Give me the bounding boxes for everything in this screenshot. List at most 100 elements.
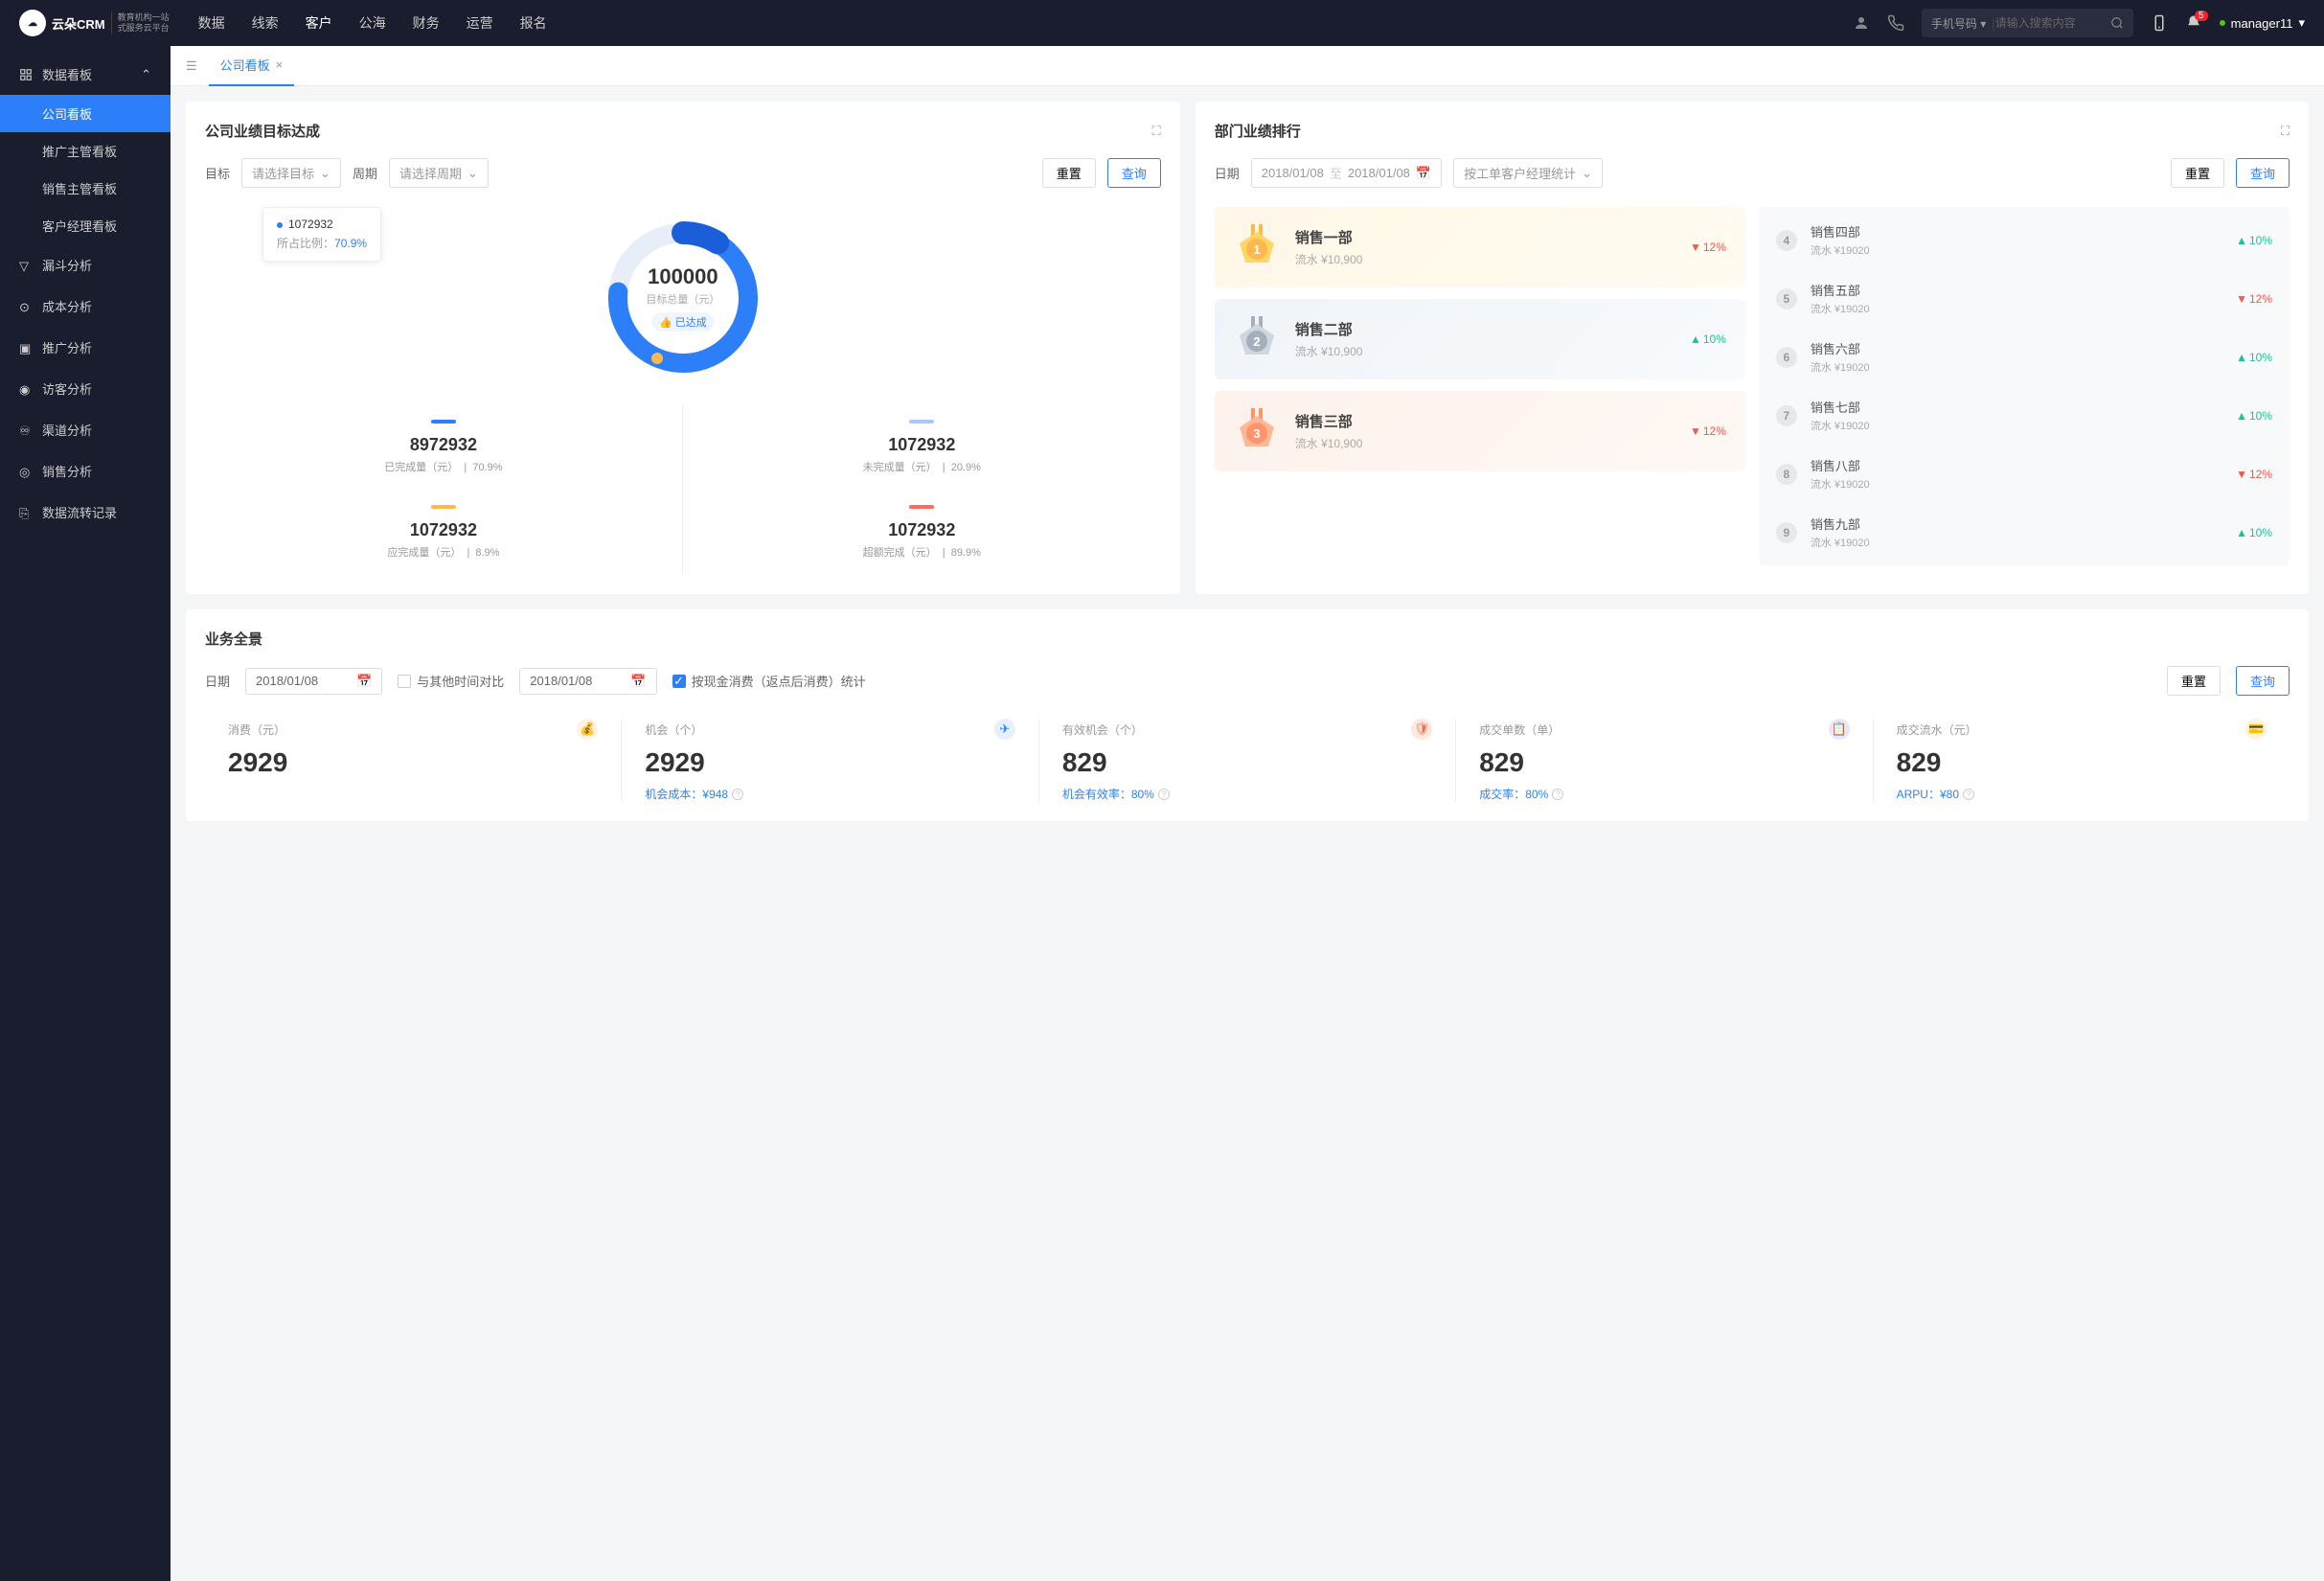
rank-percent: ▲ 10% (2236, 526, 2272, 539)
query-button[interactable]: 查询 (2236, 158, 2290, 188)
svg-text:2: 2 (1253, 334, 1260, 349)
query-button[interactable]: 查询 (1107, 158, 1161, 188)
rank-value: 流水 ¥19020 (1811, 301, 2222, 316)
stat-by-select[interactable]: 按工单客户经理统计⌄ (1453, 158, 1603, 188)
sidebar-sub-item[interactable]: 推广主管看板 (0, 132, 171, 170)
kpi-label: 成交流水（元） (1897, 722, 1977, 738)
rank-value: 流水 ¥19020 (1811, 359, 2222, 375)
search-icon[interactable] (2110, 16, 2124, 30)
close-icon[interactable]: × (276, 57, 284, 72)
sidebar-item[interactable]: ◎销售分析 (0, 450, 171, 492)
rank-row: 8 销售八部 流水 ¥19020 ▼ 12% (1759, 445, 2290, 503)
rank-card: 2 销售二部 流水 ¥10,900 ▲ 10% (1215, 299, 1745, 379)
target-select[interactable]: 请选择目标⌄ (241, 158, 341, 188)
goal-achievement-panel: 公司业绩目标达成 ⛶ 目标 请选择目标⌄ 周期 请选择周期⌄ 重置 查询 107… (186, 102, 1180, 594)
sidebar-section-dashboard[interactable]: 数据看板 ⌃ (0, 54, 171, 95)
top-nav: ☁ 云朵CRM 教育机构一站式服务云平台 数据 线索 客户 公海 财务 运营 报名 手机号码… (0, 0, 2324, 46)
rank-percent: ▲ 10% (2236, 234, 2272, 247)
user-menu[interactable]: manager11 ▾ (2220, 15, 2305, 31)
calendar-icon: 📅 (356, 674, 372, 689)
rank-percent: ▼ 12% (2236, 292, 2272, 306)
stat-cell: 1072932 应完成量（元） | 8.9% (205, 490, 683, 575)
rank-name: 销售二部 (1295, 319, 1675, 339)
rank-number: 9 (1776, 522, 1797, 543)
expand-icon[interactable]: ⛶ (1152, 124, 1161, 139)
main-content: ☰ 公司看板 × 公司业绩目标达成 ⛶ 目标 请选择目标⌄ 周期 请选择周期⌄ … (171, 46, 2324, 1581)
search-input[interactable] (1995, 16, 2110, 30)
cash-checkbox[interactable]: ✓ 按现金消费（返点后消费）统计 (672, 672, 866, 690)
mobile-icon[interactable] (2151, 14, 2168, 32)
date-label: 日期 (1215, 164, 1240, 182)
achieved-badge: 👍已达成 (651, 312, 715, 332)
search-type-select[interactable]: 手机号码 ▾ (1931, 15, 1986, 32)
sidebar-sub-item[interactable]: 销售主管看板 (0, 170, 171, 207)
sidebar: 数据看板 ⌃ 公司看板推广主管看板销售主管看板客户经理看板 ▽漏斗分析⊙成本分析… (0, 46, 171, 1581)
rank-value: 流水 ¥19020 (1811, 242, 2222, 258)
kpi-subtext: 机会有效率：80% ? (1062, 786, 1432, 802)
sidebar-icon: ⎘ (19, 506, 33, 519)
nav-item[interactable]: 财务 (413, 13, 440, 33)
kpi-subtext: ARPU：¥80 ? (1897, 786, 2267, 802)
reset-button[interactable]: 重置 (2171, 158, 2224, 188)
arrow-icon: ▲ (2236, 351, 2247, 364)
rank-card: 3 销售三部 流水 ¥10,900 ▼ 12% (1215, 391, 1745, 471)
nav-item[interactable]: 客户 (306, 13, 332, 33)
phone-icon[interactable] (1887, 14, 1904, 32)
kpi-cell: 有效机会（个） 🛡 829 机会有效率：80% ? (1039, 719, 1456, 802)
arrow-icon: ▲ (2236, 234, 2247, 247)
date-picker-2[interactable]: 2018/01/08📅 (519, 668, 656, 695)
period-label: 周期 (353, 164, 377, 182)
rank-row: 9 销售九部 流水 ¥19020 ▲ 10% (1759, 503, 2290, 561)
kpi-subtext: 机会成本：¥948 ? (645, 786, 1014, 802)
medal-icon: 1 (1234, 224, 1280, 270)
medal-icon: 2 (1234, 316, 1280, 362)
help-icon[interactable]: ? (1552, 789, 1563, 800)
help-icon[interactable]: ? (1158, 789, 1170, 800)
stat-label: 超额完成（元） | 89.9% (693, 544, 1151, 560)
stat-label: 应完成量（元） | 8.9% (215, 544, 672, 560)
nav-item[interactable]: 数据 (198, 13, 225, 33)
kpi-cell: 成交流水（元） 💳 829 ARPU：¥80 ? (1874, 719, 2290, 802)
rank-value: 流水 ¥19020 (1811, 535, 2222, 550)
rank-row: 5 销售五部 流水 ¥19020 ▼ 12% (1759, 269, 2290, 328)
query-button[interactable]: 查询 (2236, 666, 2290, 696)
bell-icon[interactable]: 5 (2185, 14, 2202, 32)
sidebar-sub-item[interactable]: 公司看板 (0, 95, 171, 132)
sidebar-item[interactable]: ◉访客分析 (0, 368, 171, 409)
svg-text:1: 1 (1253, 242, 1260, 257)
sidebar-item[interactable]: ▣推广分析 (0, 327, 171, 368)
reset-button[interactable]: 重置 (1042, 158, 1096, 188)
logo-text: 云朵CRM (52, 14, 105, 33)
expand-icon[interactable]: ⛶ (2281, 124, 2290, 139)
sidebar-item[interactable]: ▽漏斗分析 (0, 244, 171, 286)
collapse-sidebar-icon[interactable]: ☰ (186, 58, 197, 74)
compare-checkbox[interactable]: 与其他时间对比 (398, 672, 504, 690)
sidebar-item[interactable]: ⎘数据流转记录 (0, 492, 171, 533)
nav-item[interactable]: 线索 (252, 13, 279, 33)
nav-item[interactable]: 运营 (467, 13, 493, 33)
rank-number: 8 (1776, 464, 1797, 485)
help-icon[interactable]: ? (732, 789, 743, 800)
rank-percent: ▼ 12% (1690, 424, 1726, 438)
arrow-icon: ▲ (2236, 409, 2247, 423)
logo-subtitle: 教育机构一站式服务云平台 (111, 12, 170, 34)
nav-item[interactable]: 公海 (359, 13, 386, 33)
date-picker-1[interactable]: 2018/01/08📅 (245, 668, 382, 695)
user-icon[interactable] (1853, 14, 1870, 32)
department-rank-panel: 部门业绩排行 ⛶ 日期 2018/01/08 至 2018/01/08 📅 按工… (1196, 102, 2309, 594)
sidebar-item[interactable]: ⊙成本分析 (0, 286, 171, 327)
kpi-icon: 📋 (1829, 719, 1850, 740)
tab-company-dashboard[interactable]: 公司看板 × (209, 46, 295, 86)
sidebar-item[interactable]: ♾渠道分析 (0, 409, 171, 450)
rank-name: 销售八部 (1811, 456, 2222, 474)
logo[interactable]: ☁ 云朵CRM 教育机构一站式服务云平台 (19, 10, 170, 36)
period-select[interactable]: 请选择周期⌄ (389, 158, 489, 188)
sidebar-sub-item[interactable]: 客户经理看板 (0, 207, 171, 244)
arrow-icon: ▼ (1690, 241, 1701, 254)
nav-item[interactable]: 报名 (520, 13, 547, 33)
reset-button[interactable]: 重置 (2167, 666, 2221, 696)
chart-center-label: 目标总量（元） (646, 291, 719, 307)
date-range-select[interactable]: 2018/01/08 至 2018/01/08 📅 (1251, 158, 1442, 188)
thumbs-up-icon: 👍 (659, 316, 672, 329)
help-icon[interactable]: ? (1963, 789, 1974, 800)
